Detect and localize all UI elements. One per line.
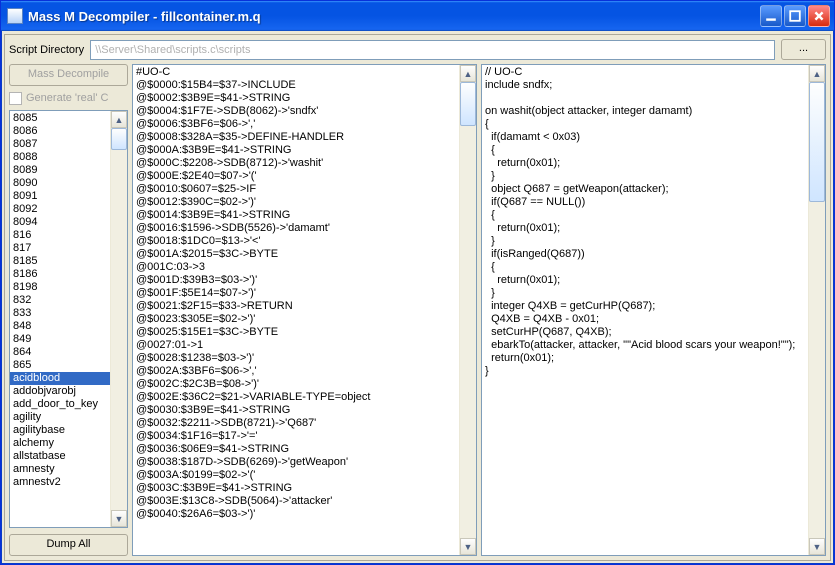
window-buttons [760, 5, 830, 27]
list-item[interactable]: 8088 [10, 151, 110, 164]
list-item[interactable]: agility [10, 411, 110, 424]
scroll-track[interactable] [111, 128, 127, 510]
list-item[interactable]: allstatbase [10, 450, 110, 463]
app-icon [7, 8, 23, 24]
browse-button[interactable]: ... [781, 39, 826, 60]
scroll-up-button[interactable]: ▲ [111, 111, 127, 128]
left-column: Mass Decompile Generate 'real' C 8085808… [9, 64, 128, 556]
list-scrollbar[interactable]: ▲ ▼ [110, 111, 127, 527]
list-item[interactable]: 817 [10, 242, 110, 255]
close-icon [813, 10, 825, 22]
list-item[interactable]: 816 [10, 229, 110, 242]
scroll-down-button[interactable]: ▼ [111, 510, 127, 527]
disassembly-pane[interactable]: #UO-C @$0000:$15B4=$37->INCLUDE @$0002:$… [132, 64, 477, 556]
decompiled-pane[interactable]: // UO-C include sndfx; on washit(object … [481, 64, 826, 556]
list-item[interactable]: 864 [10, 346, 110, 359]
scroll-down-button[interactable]: ▼ [809, 538, 825, 555]
titlebar[interactable]: Mass M Decompiler - fillcontainer.m.q [1, 1, 834, 31]
list-item[interactable]: 8186 [10, 268, 110, 281]
list-item[interactable]: alchemy [10, 437, 110, 450]
close-button[interactable] [808, 5, 830, 27]
list-item[interactable]: 8198 [10, 281, 110, 294]
list-item[interactable]: 849 [10, 333, 110, 346]
list-item[interactable]: 8089 [10, 164, 110, 177]
list-item[interactable]: 865 [10, 359, 110, 372]
disassembly-text[interactable]: #UO-C @$0000:$15B4=$37->INCLUDE @$0002:$… [133, 65, 459, 555]
scroll-track[interactable] [460, 82, 476, 538]
scroll-thumb[interactable] [809, 82, 825, 202]
maximize-button[interactable] [784, 5, 806, 27]
list-item[interactable]: 833 [10, 307, 110, 320]
list-item[interactable]: 832 [10, 294, 110, 307]
list-item[interactable]: add_door_to_key [10, 398, 110, 411]
scroll-thumb[interactable] [111, 128, 127, 150]
script-directory-row: Script Directory \\Server\Shared\scripts… [9, 39, 826, 60]
list-item[interactable]: 8086 [10, 125, 110, 138]
dump-all-button[interactable]: Dump All [9, 534, 128, 556]
generate-real-c-row[interactable]: Generate 'real' C [9, 89, 128, 107]
list-item[interactable]: addobjvarobj [10, 385, 110, 398]
disasm-scrollbar[interactable]: ▲ ▼ [459, 65, 476, 555]
list-item[interactable]: acidblood [10, 372, 110, 385]
script-list-content: 8085808680878088808980908091809280948168… [10, 111, 110, 527]
list-item[interactable]: 8085 [10, 112, 110, 125]
main-row: Mass Decompile Generate 'real' C 8085808… [9, 64, 826, 556]
scroll-up-button[interactable]: ▲ [460, 65, 476, 82]
decomp-scrollbar[interactable]: ▲ ▼ [808, 65, 825, 555]
list-item[interactable]: 8185 [10, 255, 110, 268]
list-item[interactable]: 8092 [10, 203, 110, 216]
scroll-up-button[interactable]: ▲ [809, 65, 825, 82]
list-item[interactable]: 8091 [10, 190, 110, 203]
list-item[interactable]: 848 [10, 320, 110, 333]
mass-decompile-button[interactable]: Mass Decompile [9, 64, 128, 86]
generate-real-c-label: Generate 'real' C [26, 92, 108, 104]
script-listbox[interactable]: 8085808680878088808980908091809280948168… [9, 110, 128, 528]
app-window: Mass M Decompiler - fillcontainer.m.q Sc… [0, 0, 835, 565]
list-item[interactable]: agilitybase [10, 424, 110, 437]
list-item[interactable]: 8090 [10, 177, 110, 190]
decompiled-text[interactable]: // UO-C include sndfx; on washit(object … [482, 65, 808, 555]
list-item[interactable]: 8087 [10, 138, 110, 151]
script-directory-input[interactable]: \\Server\Shared\scripts.c\scripts [90, 40, 775, 60]
client-area: Script Directory \\Server\Shared\scripts… [4, 34, 831, 561]
generate-real-c-checkbox[interactable] [9, 92, 22, 105]
minimize-button[interactable] [760, 5, 782, 27]
maximize-icon [789, 10, 801, 22]
scroll-thumb[interactable] [460, 82, 476, 126]
list-item[interactable]: amnesty [10, 463, 110, 476]
script-directory-label: Script Directory [9, 44, 84, 56]
list-item[interactable]: 8094 [10, 216, 110, 229]
script-directory-placeholder: \\Server\Shared\scripts.c\scripts [95, 44, 250, 56]
scroll-down-button[interactable]: ▼ [460, 538, 476, 555]
scroll-track[interactable] [809, 82, 825, 538]
minimize-icon [765, 10, 777, 22]
list-item[interactable]: amnestv2 [10, 476, 110, 489]
window-title: Mass M Decompiler - fillcontainer.m.q [28, 9, 760, 24]
